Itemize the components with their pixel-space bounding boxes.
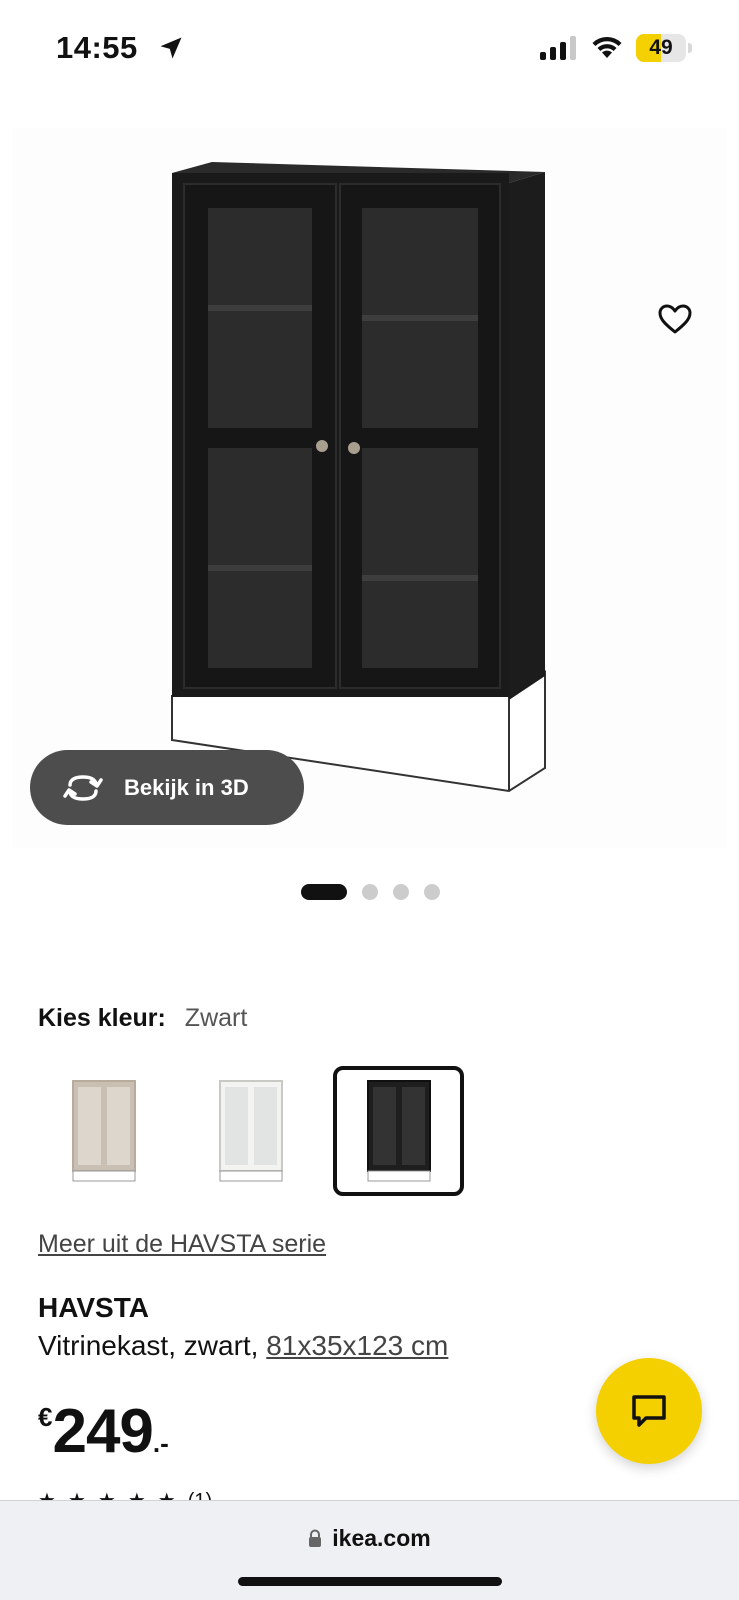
chat-button[interactable] xyxy=(596,1358,702,1464)
color-swatch-beige[interactable] xyxy=(38,1066,169,1196)
browser-address-bar[interactable]: ikea.com xyxy=(0,1500,739,1600)
price-suffix: .- xyxy=(152,1428,169,1458)
gallery-pagination xyxy=(301,884,455,900)
product-name: HAVSTA xyxy=(38,1292,149,1323)
battery-level: 49 xyxy=(649,36,673,59)
view-3d-button[interactable]: Bekijk in 3D xyxy=(30,750,304,825)
chat-bubble-icon xyxy=(632,1395,666,1427)
price-currency: € xyxy=(38,1402,53,1432)
gallery-dot[interactable] xyxy=(301,884,347,900)
cabinet-thumbnail xyxy=(366,1080,431,1182)
status-time: 14:55 xyxy=(56,30,138,65)
wifi-icon xyxy=(592,36,622,58)
gallery-dot[interactable] xyxy=(362,884,378,900)
view-3d-label: Bekijk in 3D xyxy=(124,774,249,800)
selected-color: Zwart xyxy=(184,1004,248,1032)
series-link[interactable]: Meer uit de HAVSTA serie xyxy=(38,1230,326,1259)
cabinet-thumbnail xyxy=(71,1080,136,1182)
product-description-text: Vitrinekast, zwart, xyxy=(38,1330,267,1361)
home-indicator[interactable] xyxy=(238,1577,502,1586)
product-image xyxy=(171,162,546,793)
favorite-button[interactable] xyxy=(652,296,698,342)
color-picker-label: Kies kleur: xyxy=(38,1004,166,1032)
heart-icon xyxy=(658,304,692,334)
color-swatch-black[interactable] xyxy=(333,1066,464,1196)
rotate-3d-icon xyxy=(63,774,103,801)
product-dimensions-link[interactable]: 81x35x123 cm xyxy=(266,1330,448,1361)
product-description: Vitrinekast, zwart, 81x35x123 cm xyxy=(38,1330,448,1362)
lock-icon xyxy=(309,1529,322,1547)
cellular-signal-icon xyxy=(540,36,576,60)
url-display[interactable]: ikea.com xyxy=(0,1525,739,1552)
location-arrow-icon xyxy=(160,37,182,59)
gallery-dot[interactable] xyxy=(424,884,440,900)
product-price: €249.- xyxy=(38,1396,169,1467)
cabinet-thumbnail xyxy=(218,1080,283,1182)
color-picker-heading: Kies kleur: Zwart xyxy=(38,1004,247,1033)
url-text: ikea.com xyxy=(332,1525,431,1551)
price-amount: 249 xyxy=(52,1397,153,1466)
color-swatch-white[interactable] xyxy=(185,1066,316,1196)
product-image-gallery[interactable] xyxy=(12,128,727,848)
gallery-dot[interactable] xyxy=(393,884,409,900)
battery-indicator: 49 xyxy=(636,34,692,62)
status-bar: 14:55 49 xyxy=(0,0,739,100)
